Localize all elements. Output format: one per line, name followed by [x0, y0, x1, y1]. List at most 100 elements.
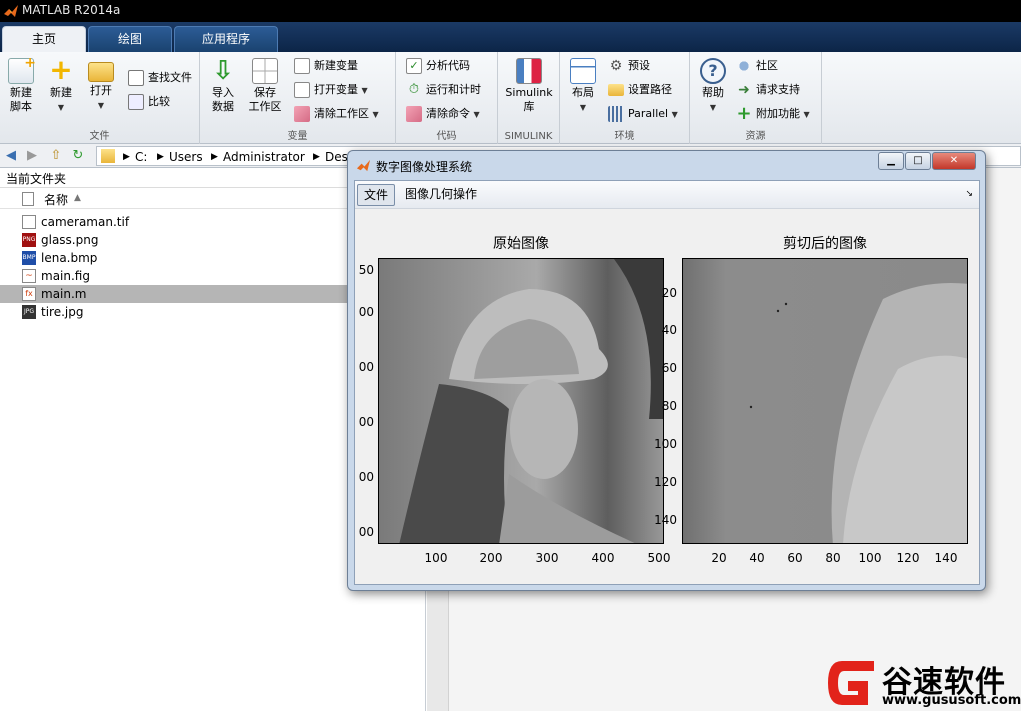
y-tick-label: 00 — [358, 525, 374, 539]
x-tick-label: 80 — [825, 551, 841, 565]
ribbon-toolbar: + 新建 脚本 + 新建 ▼ 打开 ▼ 查找文件 比较 文件 ⇩ 导入 数据 保存 … — [0, 52, 1021, 144]
tab-home[interactable]: 主页 — [2, 26, 86, 52]
clear-commands-button[interactable]: 清除命令 ▼ — [406, 104, 480, 124]
group-label-resources: 资源 — [745, 131, 766, 142]
axes-right-title: 剪切后的图像 — [783, 236, 867, 252]
preferences-label: 预设 — [628, 59, 650, 72]
clear-commands-label: 清除命令 — [426, 107, 470, 120]
y-tick-label: 50 — [358, 263, 374, 277]
x-tick-label: 120 — [896, 551, 920, 565]
help-button[interactable]: ? 帮助 ▼ — [696, 58, 730, 115]
crumb-drive[interactable]: C: — [135, 150, 147, 164]
maximize-button[interactable]: □ — [905, 152, 931, 170]
save-workspace-label: 保存 工作区 — [248, 86, 282, 113]
file-name: cameraman.tif — [41, 215, 130, 229]
crumb-users[interactable]: Users — [169, 150, 203, 164]
new-variable-button[interactable]: 新建变量 — [294, 56, 358, 76]
group-simulink: Simulink 库 SIMULINK — [498, 52, 560, 144]
figure-title-bar[interactable]: 数字图像处理系统 ▁ □ ✕ — [348, 151, 985, 179]
file-type-column-icon — [22, 192, 34, 206]
analyze-code-button[interactable]: ✓ 分析代码 — [406, 56, 470, 76]
y-tick-label: 00 — [358, 470, 374, 484]
axes-left-title: 原始图像 — [493, 236, 549, 252]
cropped-image — [683, 259, 967, 543]
compare-button[interactable]: 比较 — [128, 92, 170, 112]
crumb-desktop[interactable]: Des — [325, 150, 348, 164]
layout-icon — [570, 58, 596, 84]
add-ons-icon: + — [736, 103, 752, 124]
new-script-button[interactable]: + 新建 脚本 — [4, 56, 38, 114]
menu-geometric-ops[interactable]: 图像几何操作 — [399, 184, 483, 206]
crumb-administrator[interactable]: Administrator — [223, 150, 305, 164]
x-tick-label: 100 — [424, 551, 448, 565]
y-tick-label: 100 — [654, 437, 677, 451]
y-tick-label: 60 — [661, 361, 677, 375]
menu-overflow-icon[interactable]: ↘ — [965, 189, 973, 199]
new-button[interactable]: + 新建 ▼ — [44, 53, 78, 115]
save-workspace-button[interactable]: 保存 工作区 — [246, 58, 284, 114]
folder-icon — [101, 149, 115, 163]
import-label: 导入 数据 — [212, 86, 234, 113]
eraser-icon — [406, 106, 422, 122]
name-column-header[interactable]: 名称 — [44, 191, 68, 208]
open-button[interactable]: 打开 ▼ — [84, 58, 118, 113]
app-title: MATLAB R2014a — [22, 3, 121, 17]
matlab-logo-icon — [356, 159, 371, 172]
crumb-separator-icon: ▶ — [313, 152, 320, 162]
menu-file[interactable]: 文件 — [357, 184, 396, 206]
request-support-button[interactable]: ➜ 请求支持 — [736, 80, 800, 100]
group-label-variable: 变量 — [287, 131, 308, 142]
tab-apps[interactable]: 应用程序 — [174, 26, 278, 52]
brand-url: www.gususoft.com — [882, 693, 1021, 708]
y-tick-label: 20 — [661, 286, 677, 300]
group-resources: ? 帮助 ▼ 社区 ➜ 请求支持 + 附加功能 ▼ 资源 — [690, 52, 822, 144]
open-variable-icon — [294, 82, 310, 98]
cropped-image-axes[interactable] — [682, 258, 968, 544]
clear-workspace-label: 清除工作区 — [314, 107, 369, 120]
preferences-button[interactable]: ⚙ 预设 — [608, 56, 650, 76]
close-button[interactable]: ✕ — [932, 152, 976, 170]
gear-icon: ⚙ — [609, 58, 623, 74]
layout-button[interactable]: 布局 ▼ — [566, 58, 600, 115]
parallel-button[interactable]: Parallel ▼ — [608, 104, 678, 124]
community-button[interactable]: 社区 — [736, 56, 778, 76]
x-tick-label: 20 — [711, 551, 727, 565]
browse-folder-icon[interactable]: ↻ — [70, 148, 86, 164]
tif-file-icon — [22, 215, 36, 229]
support-icon: ➜ — [738, 82, 750, 98]
sort-ascending-icon: ▲ — [74, 193, 81, 203]
tab-plots[interactable]: 绘图 — [88, 26, 172, 52]
simulink-library-icon — [516, 58, 542, 84]
original-image-axes[interactable] — [378, 258, 664, 544]
simulink-library-button[interactable]: Simulink 库 — [504, 58, 554, 114]
png-file-icon: PNG — [22, 233, 36, 247]
file-name: main.fig — [41, 269, 90, 283]
run-and-time-button[interactable]: ⏱ 运行和计时 — [406, 80, 481, 100]
community-label: 社区 — [756, 59, 778, 72]
import-data-button[interactable]: ⇩ 导入 数据 — [206, 58, 240, 114]
run-and-time-label: 运行和计时 — [426, 83, 481, 96]
back-arrow-icon[interactable]: ◀ — [3, 148, 19, 164]
add-ons-button[interactable]: + 附加功能 ▼ — [736, 103, 809, 124]
new-script-label: 新建 脚本 — [10, 86, 32, 113]
file-name: lena.bmp — [41, 251, 98, 265]
file-name: glass.png — [41, 233, 99, 247]
group-label-simulink: SIMULINK — [504, 131, 553, 142]
import-icon: ⇩ — [212, 56, 234, 86]
forward-arrow-icon[interactable]: ▶ — [24, 148, 40, 164]
new-variable-label: 新建变量 — [314, 59, 358, 72]
matlab-logo-icon — [4, 5, 18, 17]
find-files-button[interactable]: 查找文件 — [128, 68, 192, 88]
x-tick-label: 60 — [787, 551, 803, 565]
up-folder-icon[interactable]: ⇧ — [48, 148, 64, 164]
clear-workspace-button[interactable]: 清除工作区 ▼ — [294, 104, 379, 124]
set-path-button[interactable]: 设置路径 — [608, 80, 672, 100]
minimize-button[interactable]: ▁ — [878, 152, 904, 170]
file-name: tire.jpg — [41, 305, 84, 319]
file-name: main.m — [41, 287, 87, 301]
dropdown-arrow-icon: ▼ — [361, 86, 368, 95]
x-tick-label: 500 — [647, 551, 671, 565]
plus-icon: + — [49, 53, 73, 86]
new-script-icon: + — [8, 56, 36, 84]
open-variable-button[interactable]: 打开变量 ▼ — [294, 80, 368, 100]
